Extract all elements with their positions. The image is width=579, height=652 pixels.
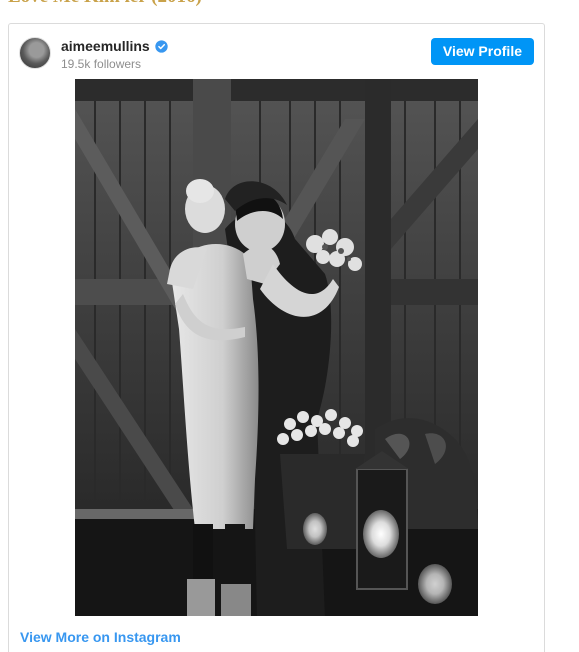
user-block: aimeemullins 19.5k followers xyxy=(61,37,168,71)
avatar[interactable] xyxy=(19,37,51,69)
verified-badge-icon xyxy=(155,39,168,53)
article-heading: Love Me Kim ler (2016) xyxy=(8,0,202,8)
post-photo-image xyxy=(75,79,478,616)
page: Love Me Kim ler (2016) aimeemullins 19.5… xyxy=(0,0,579,652)
view-profile-button[interactable]: View Profile xyxy=(430,38,534,65)
post-photo[interactable] xyxy=(75,79,478,616)
instagram-embed: aimeemullins 19.5k followers View Profil… xyxy=(8,23,545,652)
follower-count: 19.5k followers xyxy=(61,57,142,71)
view-more-link[interactable]: View More on Instagram xyxy=(20,629,181,645)
username[interactable]: aimeemullins xyxy=(61,38,150,54)
embed-header: aimeemullins 19.5k followers View Profil… xyxy=(9,24,544,80)
username-row: aimeemullins xyxy=(61,37,168,55)
